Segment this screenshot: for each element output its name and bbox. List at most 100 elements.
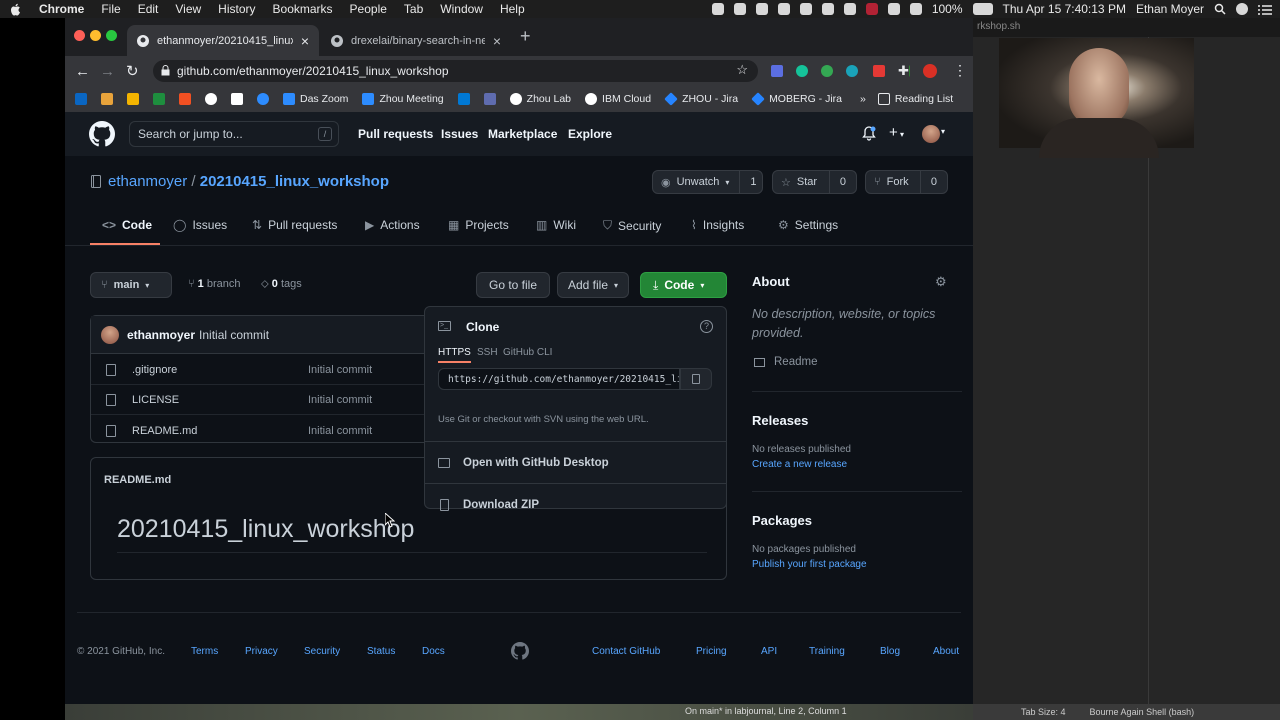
bookmark[interactable]: Zhou Meeting	[362, 93, 444, 105]
star-button[interactable]: ☆ Star 0	[772, 170, 857, 194]
file-commit[interactable]: Initial commit	[308, 394, 372, 406]
footer-link-pricing[interactable]: Pricing	[696, 646, 727, 657]
minimize-window-button[interactable]	[90, 30, 101, 41]
footer-link-api[interactable]: API	[761, 646, 777, 657]
footer-link-contact[interactable]: Contact GitHub	[592, 646, 660, 657]
app-menu[interactable]: Chrome	[39, 2, 84, 16]
extension-icon[interactable]	[873, 65, 885, 77]
help-icon[interactable]: ?	[700, 320, 713, 333]
tab-close-icon[interactable]: ×	[301, 33, 309, 49]
bookmark[interactable]: Das Zoom	[283, 93, 348, 105]
editor-tab[interactable]: rkshop.sh	[973, 18, 1280, 37]
nav-pull-requests[interactable]: Pull requests	[358, 127, 433, 141]
branches-link[interactable]: ⑂ 1 branch	[188, 278, 241, 290]
nav-issues[interactable]: Issues	[441, 127, 478, 141]
battery-icon[interactable]	[972, 3, 993, 15]
tab-projects[interactable]: ▦ Projects	[448, 218, 509, 232]
bookmark[interactable]	[457, 93, 470, 105]
bookmark[interactable]	[231, 93, 243, 105]
time-machine-icon[interactable]	[843, 3, 856, 15]
extension-icon[interactable]	[771, 65, 783, 77]
releases-title[interactable]: Releases	[752, 413, 808, 428]
footer-link-blog[interactable]: Blog	[880, 646, 900, 657]
footer-link-security[interactable]: Security	[304, 646, 340, 657]
tab-settings[interactable]: ⚙ Settings	[778, 218, 838, 232]
branch-selector[interactable]: ⑂ main ▾	[90, 272, 172, 298]
bookmark[interactable]	[483, 93, 496, 105]
nav-explore[interactable]: Explore	[568, 127, 612, 141]
repo-name-link[interactable]: 20210415_linux_workshop	[200, 173, 389, 190]
footer-link-privacy[interactable]: Privacy	[245, 646, 278, 657]
menu-window[interactable]: Window	[440, 2, 483, 16]
clock[interactable]: Thu Apr 15 7:40:13 PM	[1003, 2, 1126, 16]
tab-security[interactable]: ⛉ Security	[603, 218, 661, 233]
bookmark[interactable]: Zhou Lab	[509, 93, 571, 105]
go-to-file-button[interactable]: Go to file	[476, 272, 551, 298]
menu-view[interactable]: View	[175, 2, 201, 16]
apple-icon[interactable]	[8, 3, 22, 16]
forward-icon[interactable]: →	[100, 63, 115, 80]
profile-avatar[interactable]	[923, 64, 937, 78]
status-icon[interactable]	[821, 3, 834, 15]
close-window-button[interactable]	[74, 30, 85, 41]
readme-link[interactable]: Readme	[754, 356, 817, 368]
browser-tab[interactable]: drexelai/binary-search-in-neur ×	[321, 25, 511, 56]
bookmark[interactable]	[257, 93, 269, 105]
menu-bookmarks[interactable]: Bookmarks	[273, 2, 333, 16]
tab-close-icon[interactable]: ×	[493, 33, 501, 49]
bookmarks-overflow[interactable]: »	[860, 93, 866, 105]
reading-list[interactable]: Reading List	[895, 93, 953, 105]
packages-title[interactable]: Packages	[752, 513, 812, 528]
fork-button[interactable]: ⑂ Fork 0	[865, 170, 948, 194]
status-icon[interactable]	[711, 3, 724, 15]
clone-tab-cli[interactable]: GitHub CLI	[503, 347, 552, 358]
commit-message[interactable]: Initial commit	[199, 328, 269, 342]
bookmark[interactable]	[179, 93, 191, 105]
tags-link[interactable]: ⬦ 0 tags	[261, 278, 302, 291]
status-icon[interactable]	[755, 3, 768, 15]
bookmark[interactable]	[153, 93, 165, 105]
create-release-link[interactable]: Create a new release	[752, 459, 847, 470]
extension-icon[interactable]	[821, 65, 833, 77]
bookmark[interactable]	[75, 93, 87, 105]
menu-edit[interactable]: Edit	[138, 2, 159, 16]
new-tab-button[interactable]: +	[520, 27, 531, 45]
user-avatar[interactable]	[922, 125, 940, 143]
notification-center-icon[interactable]	[1258, 4, 1272, 15]
add-file-button[interactable]: Add file ▾	[557, 272, 630, 298]
gear-icon[interactable]: ⚙	[935, 274, 947, 290]
clone-url-input[interactable]: https://github.com/ethanmoyer/20210415_l…	[438, 368, 680, 390]
flag-icon[interactable]	[865, 3, 878, 15]
avatar-caret-icon[interactable]: ▾	[941, 127, 945, 136]
commit-author-avatar[interactable]	[101, 325, 119, 344]
address-bar[interactable]: github.com/ethanmoyer/20210415_linux_wor…	[153, 60, 758, 82]
create-new-icon[interactable]: + ▾	[889, 124, 904, 141]
cloud-icon[interactable]	[777, 3, 790, 15]
battery-percent[interactable]: 100%	[932, 2, 963, 16]
user-name[interactable]: Ethan Moyer	[1136, 2, 1204, 16]
zoom-window-button[interactable]	[106, 30, 117, 41]
nav-marketplace[interactable]: Marketplace	[488, 127, 557, 141]
bookmark[interactable]	[205, 93, 217, 105]
commit-author[interactable]: ethanmoyer	[127, 328, 195, 342]
bookmark[interactable]	[101, 93, 113, 105]
clone-tab-ssh[interactable]: SSH	[477, 347, 498, 358]
bookmark[interactable]	[127, 93, 139, 105]
github-logo-icon[interactable]	[89, 121, 115, 147]
unwatch-button[interactable]: ◉ Unwatch ▾ 1	[652, 170, 763, 194]
notifications-bell-icon[interactable]	[862, 126, 876, 141]
bookmark[interactable]: IBM Cloud	[585, 93, 651, 105]
menu-people[interactable]: People	[350, 2, 387, 16]
status-icon[interactable]	[799, 3, 812, 15]
menu-history[interactable]: History	[218, 2, 255, 16]
publish-package-link[interactable]: Publish your first package	[752, 559, 867, 570]
reload-icon[interactable]: ↻	[126, 62, 139, 80]
back-icon[interactable]: ←	[75, 63, 90, 80]
spotlight-icon[interactable]	[1214, 3, 1226, 15]
tab-actions[interactable]: ▶ Actions	[365, 218, 420, 232]
footer-link-status[interactable]: Status	[367, 646, 395, 657]
clone-tab-https[interactable]: HTTPS	[438, 347, 471, 363]
syntax-mode[interactable]: Bourne Again Shell (bash)	[1090, 707, 1195, 717]
wifi-icon[interactable]	[887, 3, 900, 15]
tab-pull-requests[interactable]: ⇅ Pull requests	[252, 218, 337, 232]
